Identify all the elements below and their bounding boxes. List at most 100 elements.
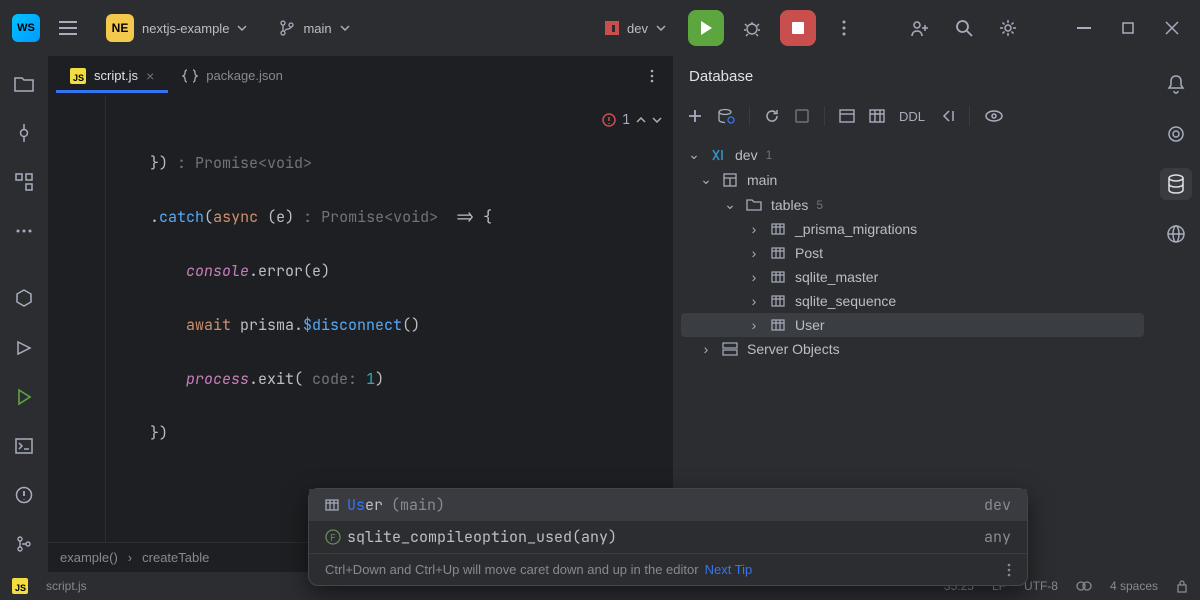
debug-button[interactable] [736,12,768,44]
chevron-right-icon[interactable]: › [747,293,761,309]
run-tool-icon[interactable] [8,381,40,412]
tree-node-schema[interactable]: ⌄ main [681,167,1144,192]
autocomplete-popup[interactable]: User (main) dev F sqlite_compileoption_u… [308,488,1028,586]
status-reader-mode-icon[interactable] [1076,579,1092,593]
tree-label: User [795,317,825,333]
status-indent[interactable]: 4 spaces [1110,579,1158,593]
tree-node-tables-folder[interactable]: ⌄ tables 5 [681,192,1144,217]
maximize-window-icon[interactable] [1112,12,1144,44]
settings-icon[interactable] [992,12,1024,44]
code-with-me-icon[interactable] [904,12,936,44]
server-icon [721,342,739,356]
tree-label: dev [735,147,758,163]
close-window-icon[interactable] [1156,12,1188,44]
notifications-icon[interactable] [1160,68,1192,100]
code-editor[interactable]: 1 }) : Promise<void> .catch(async (e) : … [48,96,672,542]
filter-icon[interactable] [984,109,1004,123]
terminal-tool-icon[interactable] [8,430,40,461]
datasource-icon [709,147,727,163]
tree-node-datasource[interactable]: ⌄ dev 1 [681,142,1144,167]
autocomplete-item[interactable]: User (main) dev [309,489,1027,521]
tree-label: Post [795,245,823,261]
tree-count: 1 [766,148,773,162]
chevron-right-icon[interactable]: › [747,245,761,261]
tree-node-table[interactable]: › _prisma_migrations [681,217,1144,241]
function-icon: F [325,529,347,545]
add-datasource-icon[interactable] [687,108,703,124]
project-tool-icon[interactable] [8,68,40,99]
table-icon [325,499,347,511]
tree-node-table[interactable]: › User [681,313,1144,337]
ddl-button[interactable]: DDL [899,109,925,124]
problems-tool-icon[interactable] [8,480,40,511]
chevron-down-icon [237,25,247,31]
jump-to-console-icon[interactable] [939,109,955,123]
chevron-down-icon[interactable] [652,117,662,123]
next-tip-link[interactable]: Next Tip [705,562,753,577]
view-card-icon[interactable] [839,109,855,123]
breadcrumb-item[interactable]: example() [60,550,118,565]
breadcrumb-item[interactable]: createTable [142,550,209,565]
commit-tool-icon[interactable] [8,117,40,148]
chevron-down-icon [656,25,666,31]
hamburger-menu-icon[interactable] [52,12,84,44]
tab-package-json[interactable]: package.json [168,60,297,92]
project-name-label: nextjs-example [142,21,229,36]
close-tab-icon[interactable]: × [146,68,154,84]
view-table-icon[interactable] [869,109,885,123]
database-tool-icon[interactable] [1160,168,1192,200]
play-icon [699,20,713,36]
autocomplete-item[interactable]: F sqlite_compileoption_used(any) any [309,521,1027,553]
chevron-down-icon[interactable]: ⌄ [723,196,737,213]
chevron-down-icon[interactable]: ⌄ [699,171,713,188]
error-inspections[interactable]: 1 [602,106,662,133]
status-encoding[interactable]: UTF-8 [1024,579,1058,593]
npm-tool-icon[interactable] [8,283,40,314]
chevron-right-icon[interactable]: › [747,269,761,285]
chevron-down-icon[interactable]: ⌄ [687,146,701,163]
tree-node-table[interactable]: › Post [681,241,1144,265]
status-file[interactable]: script.js [46,579,87,593]
datasource-props-icon[interactable] [717,108,735,124]
search-icon[interactable] [948,12,980,44]
vcs-tool-icon[interactable] [8,529,40,560]
more-icon[interactable] [1007,563,1011,577]
refresh-icon[interactable] [764,108,780,124]
table-icon [769,295,787,307]
folder-icon [745,198,763,212]
tree-node-table[interactable]: › sqlite_sequence [681,289,1144,313]
chevron-right-icon[interactable]: › [747,221,761,237]
structure-tool-icon[interactable] [8,166,40,197]
database-tool-title: Database [673,56,1152,96]
stop-sync-icon[interactable] [794,108,810,124]
chevron-right-icon[interactable]: › [699,341,713,357]
tab-more-icon[interactable] [640,69,664,83]
project-selector[interactable]: NE nextjs-example [96,10,257,46]
tab-script-js[interactable]: JS script.js × [56,60,168,92]
more-actions-icon[interactable] [828,12,860,44]
more-tools-icon[interactable] [8,216,40,247]
web-tool-icon[interactable] [1160,218,1192,250]
services-tool-icon[interactable] [8,332,40,363]
ai-assistant-icon[interactable] [1160,118,1192,150]
stop-icon [792,22,804,34]
autocomplete-text: sqlite_compileoption_used(any) [347,527,617,547]
table-icon [769,319,787,331]
js-file-icon: JS [70,68,86,84]
json-file-icon [182,68,198,84]
stop-button[interactable] [780,10,816,46]
run-button[interactable] [688,10,724,46]
minimize-window-icon[interactable] [1068,12,1100,44]
autocomplete-source: dev [984,495,1011,515]
run-config-selector[interactable]: dev [595,17,676,40]
tree-node-server-objects[interactable]: › Server Objects [681,337,1144,361]
project-badge: NE [106,14,134,42]
npm-icon [605,21,619,35]
branch-icon [279,20,295,36]
chevron-up-icon[interactable] [636,117,646,123]
branch-selector[interactable]: main [269,16,359,40]
chevron-right-icon[interactable]: › [747,317,761,333]
lock-icon[interactable] [1176,579,1188,593]
tree-label: main [747,172,777,188]
tree-node-table[interactable]: › sqlite_master [681,265,1144,289]
